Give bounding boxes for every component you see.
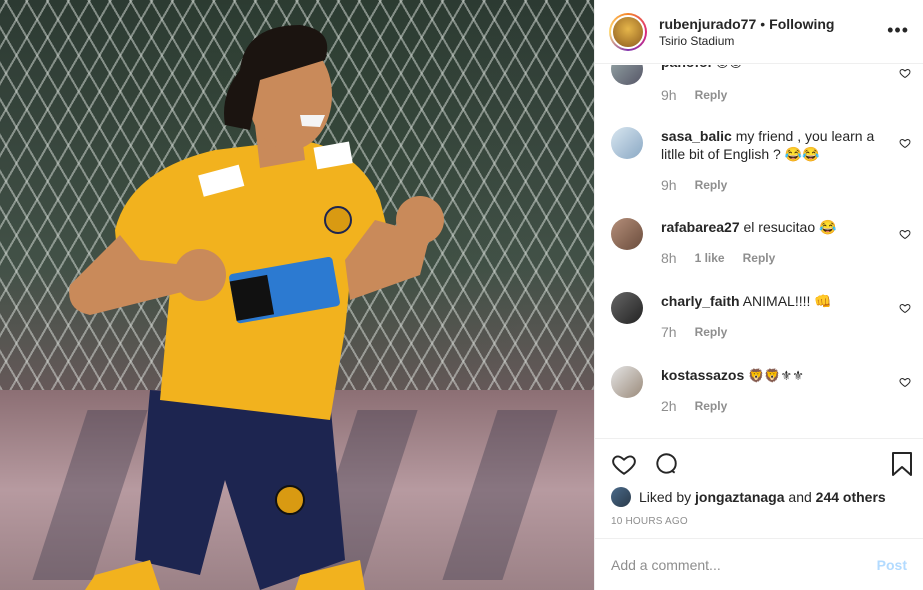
following-button[interactable]: Following	[769, 16, 834, 32]
comment-item: sasa_balic my friend , you learn a litll…	[611, 127, 911, 197]
comment-text: 🦁🦁⚜⚜	[748, 369, 804, 384]
comment-time[interactable]: 9h	[661, 177, 677, 193]
comment-item: kostassazos 🦁🦁⚜⚜ 2h Reply	[611, 366, 911, 426]
comment-item: charly_faith ANIMAL!!!! 👊 7h Reply	[611, 292, 911, 352]
commenter-avatar[interactable]	[611, 127, 643, 159]
liker-avatar[interactable]	[611, 487, 631, 507]
like-comment-icon[interactable]	[899, 137, 911, 149]
post-location[interactable]: Tsirio Stadium	[659, 34, 834, 48]
comments-list[interactable]: panofol 😊😊 9h Reply sasa_balic my friend …	[595, 65, 923, 437]
like-comment-icon[interactable]	[899, 228, 911, 240]
comment-icon[interactable]	[653, 451, 679, 477]
commenter-avatar[interactable]	[611, 218, 643, 250]
liked-by-and: and	[788, 489, 812, 505]
commenter-username[interactable]: rafabarea27	[661, 219, 740, 235]
comment-text: ANIMAL!!!! 👊	[742, 293, 832, 309]
commenter-username[interactable]: kostassazos	[661, 367, 744, 383]
bookmark-icon[interactable]	[891, 451, 913, 477]
post-sidebar: rubenjurado77 • Following Tsirio Stadium •…	[594, 0, 923, 590]
author-username[interactable]: rubenjurado77	[659, 16, 756, 32]
post-timestamp[interactable]: 10 HOURS AGO	[611, 516, 688, 527]
liked-by: Liked by jongaztanaga and 244 others	[611, 487, 886, 507]
comment-text: 😊😊	[715, 65, 742, 71]
more-options-icon[interactable]: •••	[887, 20, 909, 41]
commenter-avatar[interactable]	[611, 366, 643, 398]
reply-button[interactable]: Reply	[695, 399, 728, 413]
comment-input[interactable]	[611, 556, 877, 573]
commenter-avatar[interactable]	[611, 292, 643, 324]
post-header: rubenjurado77 • Following Tsirio Stadium •…	[595, 0, 923, 64]
reply-button[interactable]: Reply	[695, 178, 728, 192]
comment-time[interactable]: 7h	[661, 324, 677, 340]
commenter-username[interactable]: sasa_balic	[661, 128, 732, 144]
author-info: rubenjurado77 • Following Tsirio Stadium	[659, 16, 834, 48]
comment-time[interactable]: 8h	[661, 250, 677, 266]
football-player	[69, 25, 444, 590]
commenter-username[interactable]: panofol	[661, 65, 712, 70]
likes-others-link[interactable]: 244 others	[816, 489, 886, 505]
comment-time[interactable]: 9h	[661, 87, 677, 103]
reply-button[interactable]: Reply	[695, 325, 728, 339]
liked-by-prefix: Liked by	[639, 489, 692, 505]
separator-dot: •	[760, 15, 766, 32]
reply-button[interactable]: Reply	[743, 251, 776, 265]
post-photo	[0, 0, 594, 590]
post-actions: Liked by jongaztanaga and 244 others 10 …	[595, 438, 923, 538]
comment-item: panofol 😊😊 9h Reply	[611, 65, 911, 103]
comment-likes-count[interactable]: 1 like	[695, 251, 725, 265]
commenter-avatar[interactable]	[611, 65, 643, 85]
like-comment-icon[interactable]	[899, 376, 911, 388]
liked-by-user[interactable]: jongaztanaga	[695, 489, 784, 505]
like-icon[interactable]	[611, 451, 637, 477]
post-button[interactable]: Post	[877, 557, 907, 573]
comment-time[interactable]: 2h	[661, 398, 677, 414]
like-comment-icon[interactable]	[899, 302, 911, 314]
comment-item: rafabarea27 el resucitao 😂 8h 1 like Reply	[611, 218, 911, 278]
add-comment-bar: Post	[595, 538, 923, 590]
comment-text: el resucitao 😂	[743, 219, 837, 235]
like-comment-icon[interactable]	[899, 67, 911, 79]
commenter-username[interactable]: charly_faith	[661, 293, 740, 309]
reply-button[interactable]: Reply	[695, 88, 728, 102]
author-avatar[interactable]	[609, 12, 647, 51]
